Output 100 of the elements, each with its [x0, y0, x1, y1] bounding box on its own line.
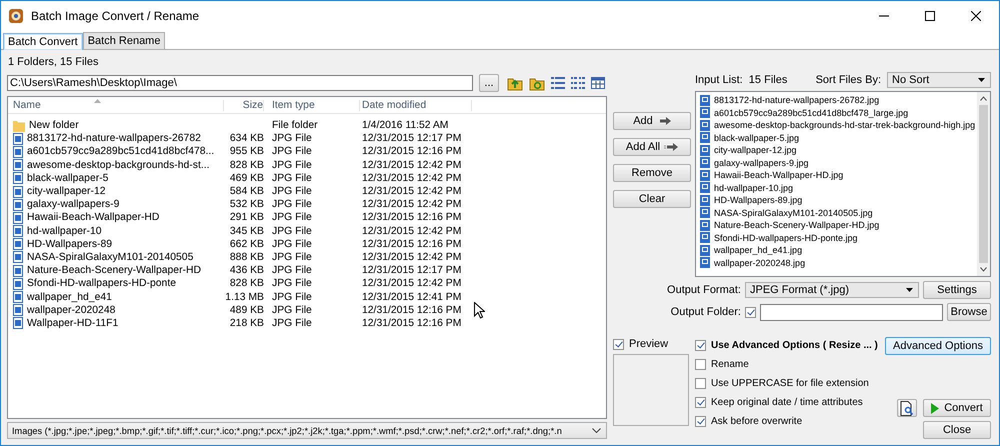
input-file[interactable]: city-wallpaper-12.jpg: [714, 145, 797, 156]
file-name[interactable]: city-wallpaper-12: [27, 185, 106, 198]
file-size: 828 KB: [228, 158, 264, 172]
image-file-icon: [13, 212, 23, 224]
input-file[interactable]: wallpaper_hd_e41.jpg: [714, 245, 802, 256]
file-name[interactable]: hd-wallpaper-10: [27, 224, 102, 238]
image-file-icon: [700, 182, 710, 194]
scrollbar[interactable]: [977, 92, 990, 276]
checkbox[interactable]: [613, 338, 624, 350]
input-file[interactable]: a601cb579cc9a289bc51cd41d8bcf478_large.jpg: [714, 108, 908, 118]
list-button[interactable]: Add: [613, 112, 691, 130]
file-size: 888 KB: [228, 250, 264, 264]
file-date: 12/31/2015 12:17 PM: [361, 132, 462, 146]
option-label[interactable]: Use UPPERCASE for file extension: [711, 378, 869, 388]
browse-button[interactable]: Browse: [947, 303, 991, 321]
file-name[interactable]: New folder: [29, 119, 79, 132]
tab[interactable]: Batch Rename: [82, 32, 166, 49]
file-type: JPG File: [271, 290, 313, 304]
folder-icon: [13, 120, 25, 132]
file-name[interactable]: NASA-SpiralGalaxyM101-20140505: [27, 250, 194, 264]
preview-file-button[interactable]: [897, 399, 917, 417]
file-type-filter[interactable]: Images (*.jpg;*.jpe;*.jpeg;*.bmp;*.gif;*.tif;*.tiff;*.cur;*.ico;*.png;*.pcx;*.jp2;*.j2k;*.tga;*.ppm;*.wmf;*.psd;*.crw;*.nef;*.cr2;*.orf;*.raf;*.dng;*.n: [7, 422, 607, 439]
preview-label[interactable]: Preview: [629, 338, 668, 350]
advanced-options-button[interactable]: Advanced Options: [885, 337, 991, 355]
path-field[interactable]: C:\Users\Ramesh\Desktop\Image\: [7, 75, 473, 91]
output-format-dropdown[interactable]: JPEG Format (*.jpg): [745, 282, 919, 298]
file-name[interactable]: Hawaii-Beach-Wallpaper-HD: [27, 211, 160, 224]
scroll-down-icon[interactable]: [980, 267, 987, 272]
input-file[interactable]: Hawaii-Beach-Wallpaper-HD.jpg: [714, 170, 844, 180]
input-file[interactable]: galaxy-wallpapers-9.jpg: [714, 158, 809, 168]
file-type: JPG File: [271, 198, 313, 212]
checkbox[interactable]: [695, 396, 706, 408]
input-list-label: Input List: 15 Files: [695, 74, 788, 86]
file-name[interactable]: Nature-Beach-Scenery-Wallpaper-HD: [27, 264, 202, 278]
browse-folder-button[interactable]: ...: [479, 74, 499, 92]
input-file[interactable]: wallpaper-2020248.jpg: [714, 258, 806, 268]
scroll-up-icon[interactable]: [980, 96, 987, 101]
image-file-icon: [700, 107, 710, 118]
list-button[interactable]: Add All: [613, 138, 691, 156]
close-icon[interactable]: [971, 10, 981, 20]
checkbox[interactable]: [695, 340, 706, 350]
column-header[interactable]: Item type: [264, 100, 360, 110]
file-date: 1/4/2016 11:52 AM: [361, 119, 450, 132]
column-header[interactable]: Size: [224, 100, 264, 110]
image-file-icon: [700, 232, 710, 244]
checkbox[interactable]: [695, 378, 706, 388]
file-type: JPG File: [271, 132, 313, 146]
arrow-right-icon: [664, 143, 678, 151]
file-name[interactable]: HD-Wallpapers-89: [27, 238, 112, 251]
input-file[interactable]: awesome-desktop-backgrounds-hd-star-trek-background-high.jpg: [714, 120, 976, 130]
image-file-icon: [700, 257, 710, 268]
checkbox[interactable]: [745, 306, 756, 318]
list-button[interactable]: Clear: [613, 190, 691, 208]
image-file-icon: [13, 159, 23, 172]
app-icon: [8, 8, 24, 24]
input-file[interactable]: black-wallpaper-5.jpg: [714, 132, 800, 143]
input-file[interactable]: Nature-Beach-Scenery-Wallpaper-HD.jpg: [714, 220, 880, 230]
file-name[interactable]: awesome-desktop-backgrounds-hd-st...: [27, 158, 210, 172]
file-name[interactable]: wallpaper_hd_e41: [27, 290, 112, 304]
file-type: JPG File: [271, 185, 313, 198]
option-label[interactable]: Rename: [711, 358, 749, 370]
sort-dropdown[interactable]: No Sort: [887, 72, 991, 88]
image-file-icon: [700, 94, 710, 106]
input-file[interactable]: HD-Wallpapers-89.jpg: [714, 195, 802, 206]
convert-button[interactable]: Convert: [923, 399, 991, 417]
list-button[interactable]: Remove: [613, 164, 691, 182]
file-date: 12/31/2015 12:16 PM: [361, 316, 462, 330]
file-name[interactable]: 8813172-hd-nature-wallpapers-26782: [27, 132, 201, 146]
file-name[interactable]: galaxy-wallpapers-9: [27, 198, 120, 212]
file-date: 12/31/2015 12:16 PM: [361, 238, 462, 251]
file-name[interactable]: wallpaper-2020248: [27, 304, 116, 317]
dropdown-arrow-icon: [906, 288, 913, 292]
close-button[interactable]: Close: [923, 421, 991, 439]
input-file[interactable]: NASA-SpiralGalaxyM101-20140505.jpg: [714, 208, 873, 218]
file-size: 218 KB: [228, 316, 264, 330]
dropdown-arrow-icon: [978, 78, 985, 82]
column-header[interactable]: Date modified: [360, 100, 472, 110]
checkbox[interactable]: [695, 416, 706, 426]
checkbox[interactable]: [695, 358, 706, 370]
list-view-icon[interactable]: [551, 77, 565, 89]
input-file[interactable]: Sfondi-HD-wallpapers-HD-ponte.jpg: [714, 232, 858, 243]
file-name[interactable]: a601cb579cc9a289bc51cd41d8bcf478...: [27, 145, 214, 158]
file-name[interactable]: Wallpaper-HD-11F1: [27, 316, 118, 330]
file-name[interactable]: Sfondi-HD-wallpapers-HD-ponte: [27, 277, 176, 290]
input-file[interactable]: 8813172-hd-nature-wallpapers-26782.jpg: [714, 95, 880, 106]
tab[interactable]: Batch Convert: [3, 33, 83, 50]
maximize-icon[interactable]: [925, 10, 935, 20]
option-label[interactable]: Use Advanced Options ( Resize ... ): [711, 340, 878, 350]
scrollbar-thumb[interactable]: [979, 105, 988, 263]
file-size: 634 KB: [228, 132, 264, 146]
option-label[interactable]: Keep original date / time attributes: [711, 396, 863, 408]
details-view-icon[interactable]: [591, 77, 605, 89]
image-file-icon: [13, 317, 23, 330]
small-icons-view-icon[interactable]: [571, 77, 585, 89]
settings-button[interactable]: Settings: [923, 281, 991, 299]
input-file[interactable]: hd-wallpaper-10.jpg: [714, 182, 794, 193]
option-label[interactable]: Ask before overwrite: [711, 416, 802, 426]
mouse-pointer-icon: [474, 302, 485, 319]
file-name[interactable]: black-wallpaper-5: [27, 172, 108, 185]
output-folder-field[interactable]: [760, 304, 943, 320]
